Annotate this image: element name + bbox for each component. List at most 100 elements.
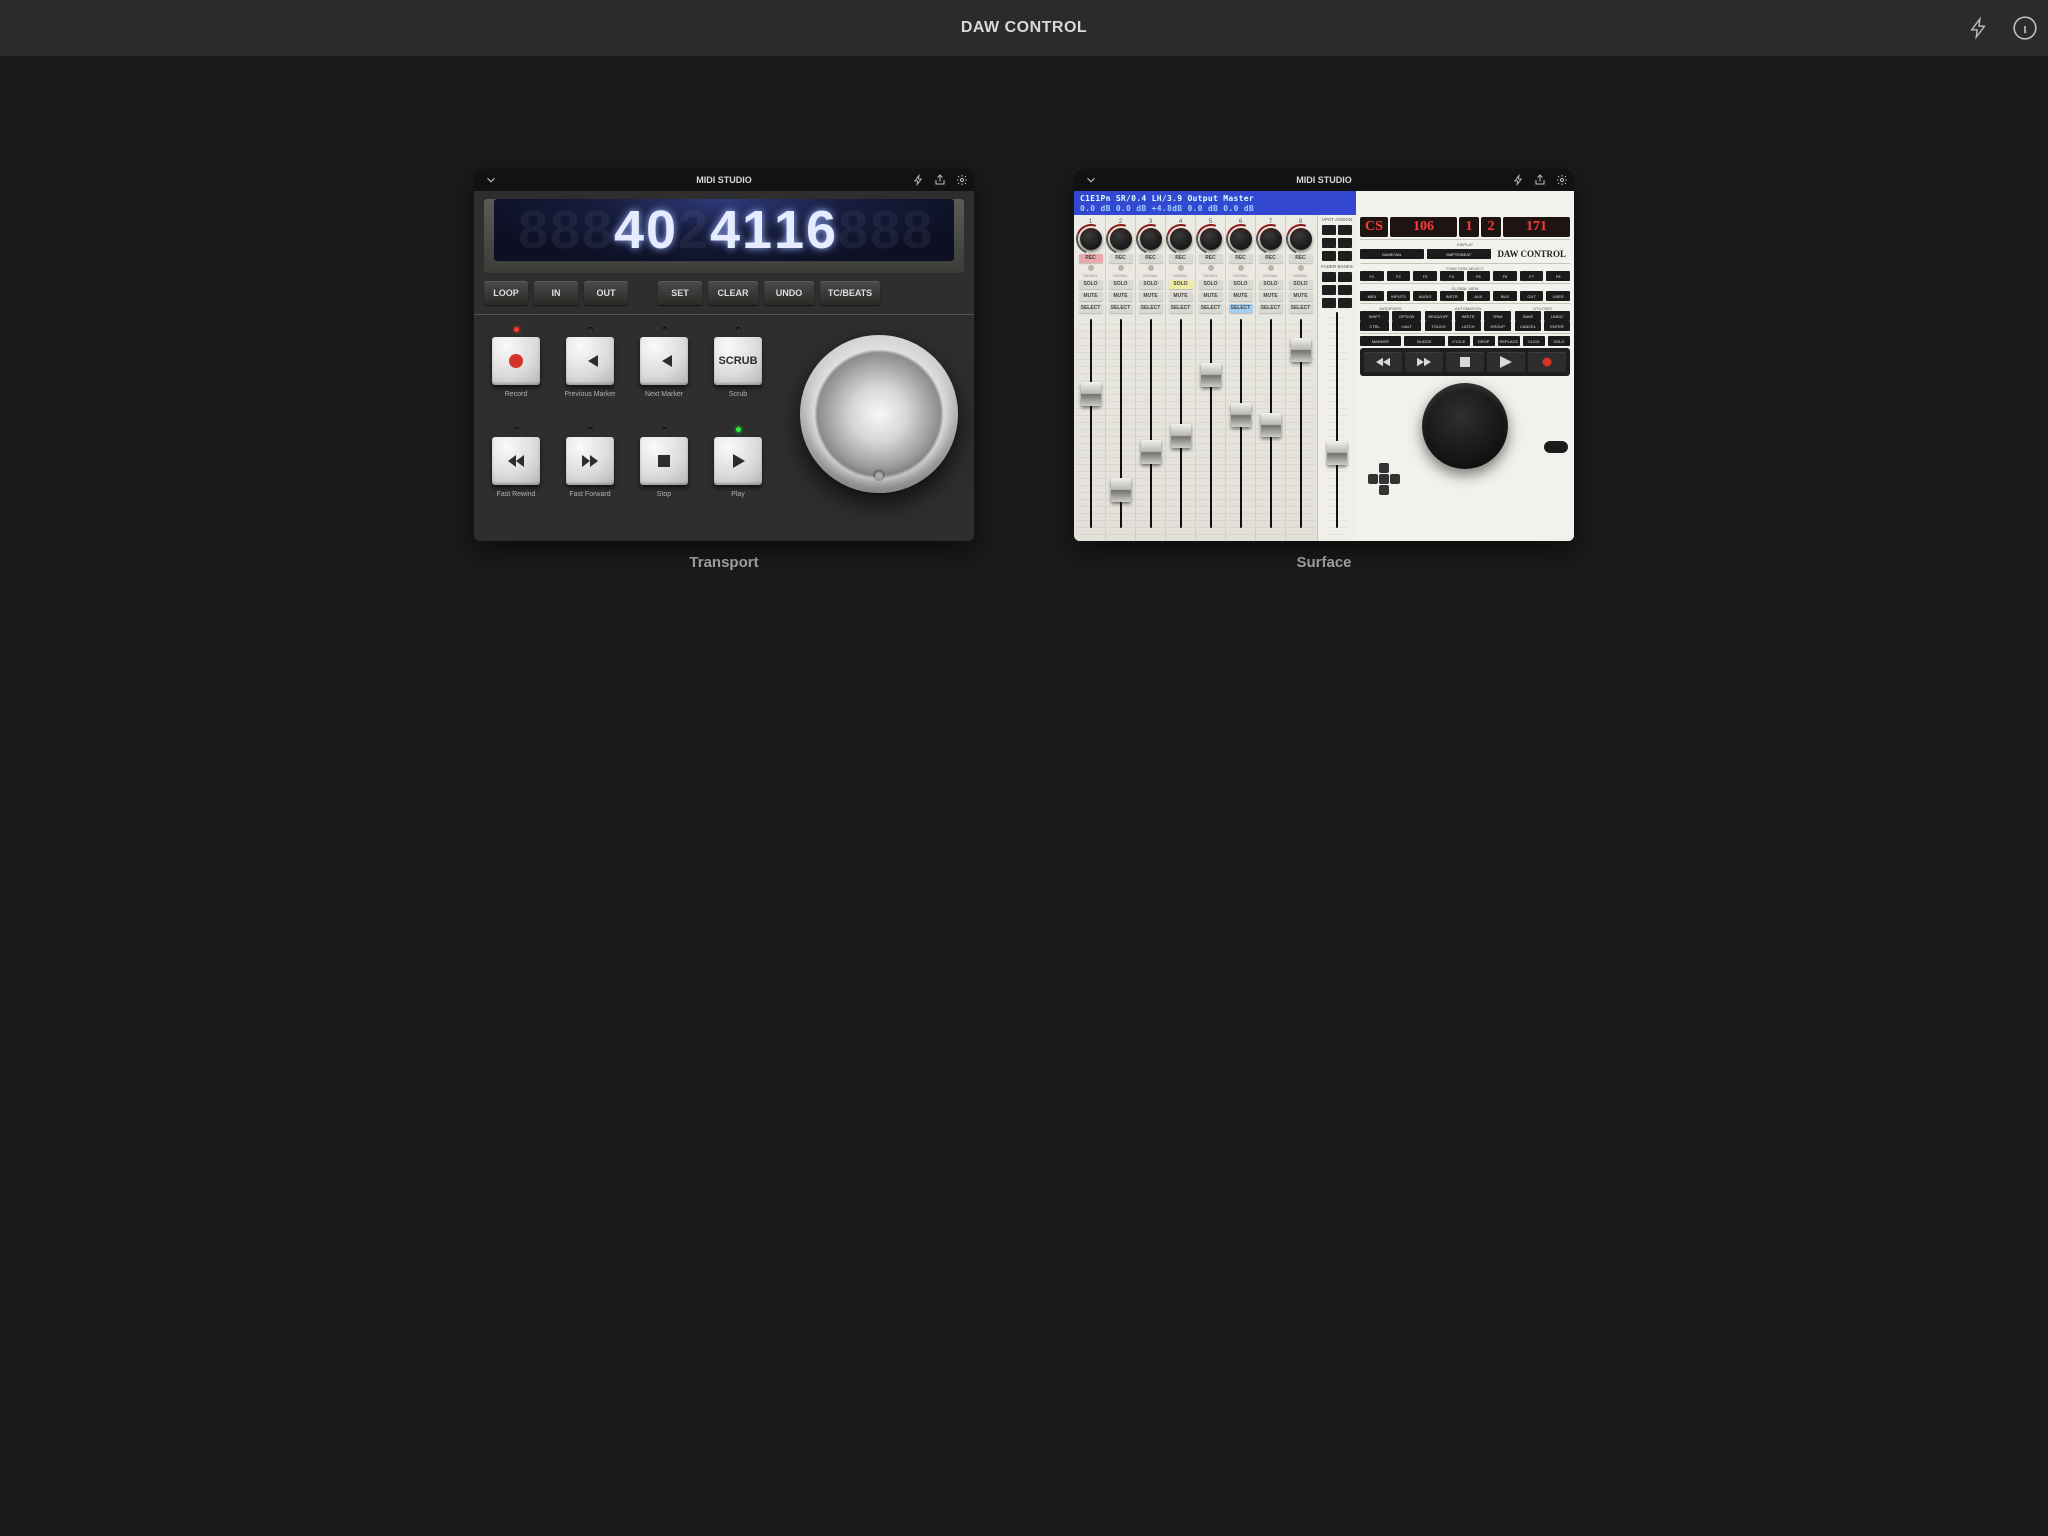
loop-button[interactable]: LOOP	[484, 281, 528, 305]
chevron-down-icon[interactable]	[484, 173, 498, 187]
fast-rewind-button[interactable]: Fast Rewind	[484, 425, 548, 517]
gear-icon[interactable]	[956, 174, 968, 186]
select-button[interactable]: SELECT	[1079, 304, 1103, 313]
select-button[interactable]: SELECT	[1229, 304, 1253, 313]
instr-button[interactable]: INSTR	[1440, 291, 1464, 301]
vpot-knob[interactable]	[1260, 228, 1282, 250]
solo-button[interactable]: SOLO	[1259, 280, 1283, 289]
tcbeats-button[interactable]: TC/BEATS	[820, 281, 880, 305]
record-button[interactable]	[1528, 352, 1566, 372]
fader[interactable]	[1141, 440, 1161, 464]
f5-button[interactable]: F5	[1467, 271, 1491, 281]
solo-button[interactable]: SOLO	[1079, 280, 1103, 289]
fast-forward-button[interactable]: Fast Forward	[558, 425, 622, 517]
vpot-knob[interactable]	[1110, 228, 1132, 250]
select-button[interactable]: SELECT	[1139, 304, 1163, 313]
bolt-icon[interactable]	[1513, 173, 1524, 187]
inputs-button[interactable]: INPUTS	[1387, 291, 1411, 301]
f3-button[interactable]: F3	[1413, 271, 1437, 281]
play-button[interactable]: Play	[706, 425, 770, 517]
eq-button[interactable]	[1322, 251, 1336, 261]
mute-button[interactable]: MUTE	[1169, 292, 1193, 301]
mini-jog-wheel[interactable]	[1422, 383, 1508, 469]
readoff-button[interactable]: READ/OFF	[1425, 311, 1452, 321]
next-marker-button[interactable]: Next Marker	[632, 325, 696, 417]
vpot-knob[interactable]	[1080, 228, 1102, 250]
surface-card[interactable]: MIDI STUDIO C1E1Pn SR/0.4 LH/3.9 Output …	[1074, 169, 1574, 571]
cancel-button[interactable]: CANCEL	[1515, 321, 1541, 331]
write-button[interactable]: WRITE	[1455, 311, 1482, 321]
out-button[interactable]: OUT	[1520, 291, 1544, 301]
rec-button[interactable]: REC	[1259, 254, 1283, 263]
in-button[interactable]: IN	[534, 281, 578, 305]
vpot-knob[interactable]	[1170, 228, 1192, 250]
bolt-icon[interactable]	[913, 173, 924, 187]
jog-wheel[interactable]	[800, 335, 958, 493]
fader[interactable]	[1201, 363, 1221, 387]
rec-button[interactable]: REC	[1289, 254, 1313, 263]
trim-button[interactable]: TRIM	[1484, 311, 1511, 321]
zoom-dpad[interactable]	[1368, 463, 1400, 495]
share-icon[interactable]	[934, 174, 946, 186]
midi-button[interactable]: MIDI	[1360, 291, 1384, 301]
f1-button[interactable]: F1	[1360, 271, 1384, 281]
stop-button[interactable]: Stop	[632, 425, 696, 517]
send-button[interactable]	[1338, 238, 1352, 248]
ctrl-button[interactable]: CTRL	[1360, 321, 1389, 331]
instr-button[interactable]	[1338, 251, 1352, 261]
select-button[interactable]: SELECT	[1289, 304, 1313, 313]
latch-button[interactable]: LATCH	[1455, 321, 1482, 331]
f6-button[interactable]: F6	[1493, 271, 1517, 281]
mute-button[interactable]: MUTE	[1289, 292, 1313, 301]
scrub-toggle[interactable]	[1544, 441, 1568, 453]
solo-button[interactable]: SOLO	[1109, 280, 1133, 289]
group-button[interactable]: GROUP	[1484, 321, 1511, 331]
f8-button[interactable]: F8	[1546, 271, 1570, 281]
fader[interactable]	[1171, 424, 1191, 448]
mute-button[interactable]: MUTE	[1109, 292, 1133, 301]
alt-button[interactable]: ¤/ALT	[1392, 321, 1421, 331]
rec-button[interactable]: REC	[1229, 254, 1253, 263]
transport-card[interactable]: MIDI STUDIO 8884024116888 LOOPINOUTSETCL…	[474, 169, 974, 571]
select-button[interactable]: SELECT	[1199, 304, 1223, 313]
bus-button[interactable]: BUS	[1493, 291, 1517, 301]
solo-button[interactable]: SOLO	[1289, 280, 1313, 289]
gear-icon[interactable]	[1556, 174, 1568, 186]
rec-button[interactable]: REC	[1079, 254, 1103, 263]
solo-button[interactable]: SOLO	[1169, 280, 1193, 289]
rec-button[interactable]: REC	[1109, 254, 1133, 263]
pan-button[interactable]	[1322, 225, 1336, 235]
stop-button[interactable]	[1446, 352, 1484, 372]
plugin-button[interactable]	[1338, 225, 1352, 235]
fader[interactable]	[1111, 478, 1131, 502]
audio-button[interactable]: AUDIO	[1413, 291, 1437, 301]
undo-button[interactable]: UNDO	[764, 281, 814, 305]
mute-button[interactable]: MUTE	[1259, 292, 1283, 301]
f4-button[interactable]: F4	[1440, 271, 1464, 281]
mute-button[interactable]: MUTE	[1139, 292, 1163, 301]
cycle-button[interactable]: CYCLE	[1448, 336, 1470, 346]
vpot-knob[interactable]	[1290, 228, 1312, 250]
master-fader[interactable]	[1327, 441, 1347, 465]
mute-button[interactable]: MUTE	[1199, 292, 1223, 301]
share-icon[interactable]	[1534, 174, 1546, 186]
mute-button[interactable]: MUTE	[1229, 292, 1253, 301]
vpot-knob[interactable]	[1230, 228, 1252, 250]
select-button[interactable]: SELECT	[1109, 304, 1133, 313]
fader[interactable]	[1081, 382, 1101, 406]
option-button[interactable]: OPTION	[1392, 311, 1421, 321]
rec-button[interactable]: REC	[1199, 254, 1223, 263]
clear-button[interactable]: CLEAR	[708, 281, 758, 305]
f2-button[interactable]: F2	[1387, 271, 1411, 281]
scrub-button[interactable]: SCRUBScrub	[706, 325, 770, 417]
chevron-down-icon[interactable]	[1084, 173, 1098, 187]
select-button[interactable]: SELECT	[1169, 304, 1193, 313]
play-button[interactable]	[1487, 352, 1525, 372]
solo-button[interactable]: SOLO	[1139, 280, 1163, 289]
replace-button[interactable]: REPLACE	[1498, 336, 1520, 346]
rewind-button[interactable]	[1364, 352, 1402, 372]
vpot-knob[interactable]	[1140, 228, 1162, 250]
click-button[interactable]: CLICK	[1523, 336, 1545, 346]
fader[interactable]	[1261, 413, 1281, 437]
undo-button[interactable]: UNDO	[1544, 311, 1570, 321]
